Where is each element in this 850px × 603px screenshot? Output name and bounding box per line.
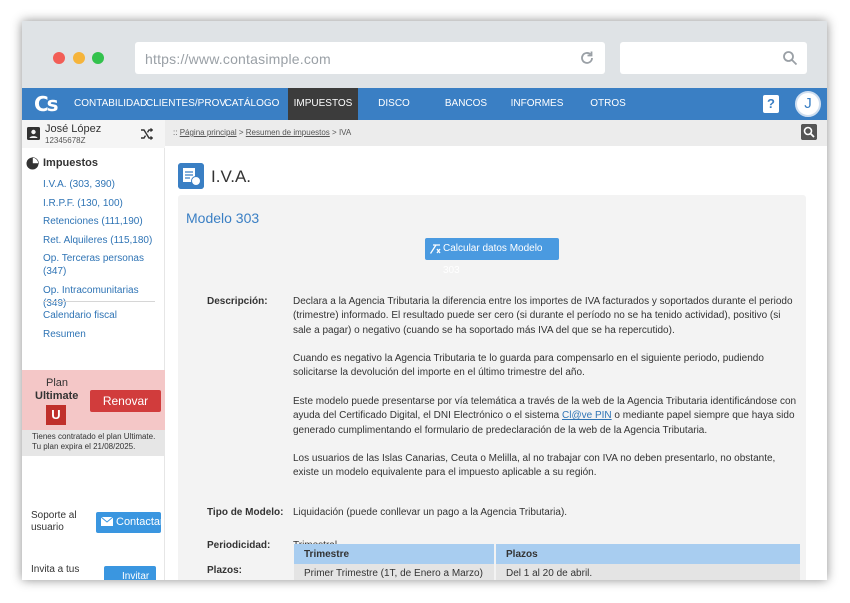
breadcrumb-separator: > — [238, 128, 244, 137]
page-title: I.V.A. — [211, 167, 252, 186]
sidebar-section-title: Impuestos — [43, 157, 99, 169]
renew-button[interactable]: Renovar — [90, 390, 161, 412]
breadcrumb: :: Página principal > Resumen de impuest… — [173, 128, 351, 137]
sidebar: José López 12345678Z Impuestos I.V.A. (3… — [22, 120, 165, 580]
table-row: Primer Trimestre (1T, de Enero a Marzo) … — [294, 564, 802, 580]
switch-account-icon[interactable] — [140, 128, 153, 140]
user-box: José López 12345678Z — [22, 120, 165, 148]
sidebar-item-resumen[interactable]: Resumen — [43, 328, 86, 341]
address-url: https://www.contasimple.com — [145, 51, 331, 67]
nav-catalogo[interactable]: CATÁLOGO — [222, 88, 282, 120]
plan-label: Plan — [46, 377, 69, 389]
description-label: Descripción: — [207, 296, 268, 307]
contact-button[interactable]: Contactar — [96, 512, 164, 533]
search-icon — [783, 51, 798, 66]
description-p1: Declara a la Agencia Tributaria la difer… — [293, 296, 793, 336]
breadcrumb-current: IVA — [338, 128, 352, 137]
sidebar-item-terceras-personas[interactable]: Op. Terceras personas (347) — [43, 252, 155, 278]
address-bar[interactable]: https://www.contasimple.com — [135, 42, 605, 74]
calculator-icon — [430, 244, 441, 254]
sidebar-item-iva[interactable]: I.V.A. (303, 390) — [43, 178, 115, 191]
browser-window: https://www.contasimple.com Cs CONTABILI… — [22, 21, 827, 580]
minimize-window-button[interactable] — [73, 52, 85, 64]
browser-search-box[interactable] — [620, 42, 807, 74]
invite-button[interactable]: Invitar — [104, 566, 156, 580]
breadcrumb-home-link[interactable]: Página principal — [180, 128, 237, 137]
user-name: José López — [45, 123, 102, 135]
reload-icon[interactable] — [578, 49, 596, 67]
plan-box: Plan Ultimate U Renovar — [22, 370, 165, 430]
sidebar-divider — [43, 301, 155, 302]
deadlines-table: Trimestre Plazos Primer Trimestre (1T, d… — [294, 544, 802, 580]
sidebar-item-irpf[interactable]: I.R.P.F. (130, 100) — [43, 197, 123, 210]
plan-badge: U — [46, 405, 66, 425]
sidebar-item-retenciones[interactable]: Retenciones (111,190) — [43, 215, 143, 228]
description-p2: Cuando es negativo la Agencia Tributaria… — [293, 353, 764, 379]
model-type-value: Liquidación (puede conllevar un pago a l… — [293, 507, 568, 518]
nav-clientes-prov[interactable]: CLIENTES/PROV. — [146, 88, 228, 120]
nav-bancos[interactable]: BANCOS — [436, 88, 496, 120]
description-p4: Los usuarios de las Islas Canarias, Ceut… — [293, 453, 776, 479]
table-cell: Primer Trimestre (1T, de Enero a Marzo) — [294, 564, 496, 580]
support-label: Soporte al usuario — [31, 510, 77, 533]
table-cell: Del 1 al 20 de abril. — [495, 564, 802, 580]
sidebar-item-calendario[interactable]: Calendario fiscal — [43, 309, 117, 322]
table-header-row: Trimestre Plazos — [294, 544, 802, 564]
maximize-window-button[interactable] — [92, 52, 104, 64]
sidebar-item-ret-alquileres[interactable]: Ret. Alquileres (115,180) — [43, 234, 152, 247]
close-window-button[interactable] — [53, 52, 65, 64]
breadcrumb-prefix: :: — [173, 128, 178, 137]
contact-button-label: Contactar — [116, 516, 164, 528]
invite-label: Invita a tus — [31, 564, 80, 575]
mail-icon — [101, 517, 113, 526]
column-header: Plazos — [495, 544, 802, 564]
user-nif: 12345678Z — [45, 136, 86, 145]
model-title: Modelo 303 — [186, 210, 260, 226]
contasimple-logo[interactable]: Cs — [34, 92, 60, 116]
nav-impuestos[interactable]: IMPUESTOS — [288, 88, 358, 120]
help-icon[interactable]: ? — [763, 95, 779, 113]
model-type-label: Tipo de Modelo: — [207, 507, 284, 518]
browser-toolbar: https://www.contasimple.com — [22, 21, 827, 88]
column-header: Trimestre — [294, 544, 496, 564]
pie-chart-icon — [26, 157, 39, 170]
breadcrumb-bar: :: Página principal > Resumen de impuest… — [165, 120, 827, 146]
nav-contabilidad[interactable]: CONTABILIDAD — [74, 88, 147, 120]
search-icon[interactable] — [801, 124, 817, 140]
description-p3: Este modelo puede presentarse por vía te… — [293, 395, 798, 438]
clave-pin-link[interactable]: Cl@ve PIN — [562, 410, 612, 421]
periodicity-label: Periodicidad: — [207, 540, 271, 551]
tax-document-icon — [178, 163, 204, 189]
calculate-button-label: Calcular datos Modelo 303 — [443, 243, 543, 276]
calculate-button[interactable]: Calcular datos Modelo 303 — [425, 238, 559, 276]
main-nav: Cs CONTABILIDAD CLIENTES/PROV. CATÁLOGO … — [22, 88, 827, 141]
deadlines-label: Plazos: — [207, 565, 243, 576]
nav-informes[interactable]: INFORMES — [506, 88, 568, 120]
plan-name: Ultimate — [35, 390, 79, 402]
user-avatar[interactable]: J — [795, 91, 821, 117]
model-card: Modelo 303 Calcular datos Modelo 303 Des… — [178, 195, 806, 580]
user-card-icon — [27, 127, 40, 140]
nav-disco-virtual[interactable]: DISCO VIRTUAL — [360, 88, 428, 141]
breadcrumb-separator: > — [332, 128, 337, 137]
plan-info: Tienes contratado el plan Ultimate. Tu p… — [22, 430, 165, 456]
nav-otros[interactable]: OTROS — [580, 88, 636, 120]
sidebar-item-intracomunitarias[interactable]: Op. Intracomunitarias (349) — [43, 284, 164, 310]
invite-button-label: Invitar — [122, 571, 150, 580]
breadcrumb-summary-link[interactable]: Resumen de impuestos — [246, 128, 330, 137]
